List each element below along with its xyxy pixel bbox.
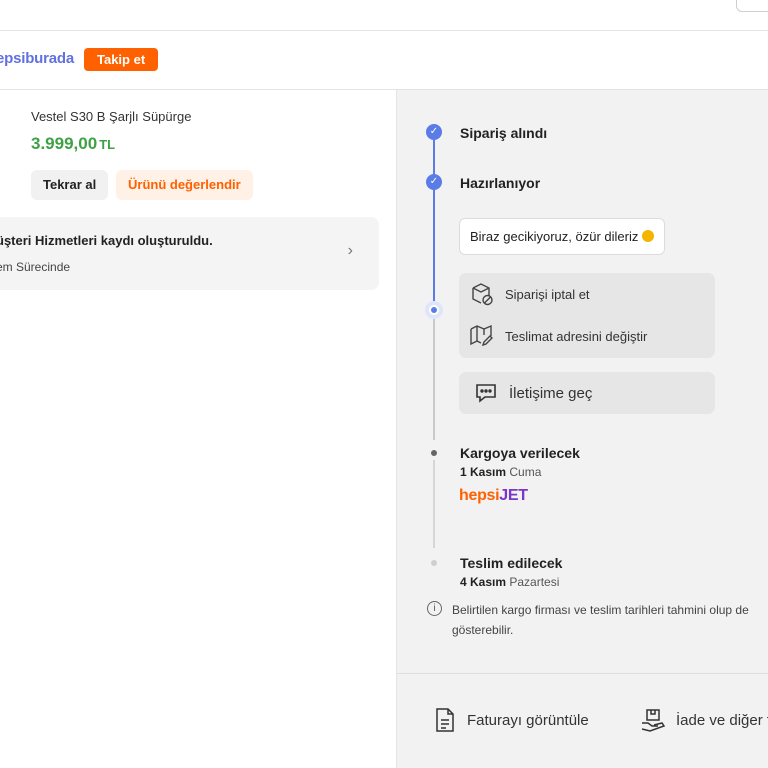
order-actions-box: Siparişi iptal et Teslimat adresini deği… — [459, 273, 715, 358]
current-position-marker-icon — [425, 301, 443, 319]
delivery-date-weekday: Pazartesi — [509, 575, 560, 589]
order-item-panel: Vestel S30 B Şarjlı Süpürge 3.999,00 TL T… — [0, 90, 396, 768]
box-cancel-icon — [472, 283, 493, 306]
return-box-icon — [641, 709, 666, 732]
carrier-date-day: 1 Kasım — [460, 465, 507, 479]
step-title-received: Sipariş alındı — [460, 125, 548, 141]
step-future-dot-icon — [431, 560, 437, 566]
timeline-line-done — [433, 140, 435, 310]
product-price: 3.999,00 TL — [31, 134, 115, 154]
view-invoice-label: Faturayı görüntüle — [467, 711, 589, 729]
rate-product-button[interactable]: Ürünü değerlendir — [116, 170, 253, 200]
contact-label: İletişime geç — [509, 384, 593, 402]
estimate-info-note: i Belirtilen kargo firması ve teslim tar… — [427, 600, 768, 640]
seller-name-link[interactable]: epsiburada — [0, 50, 74, 67]
sad-face-emoji-icon — [642, 230, 655, 242]
support-ticket-card[interactable]: üşteri Hizmetleri kaydı oluşturuldu. em … — [0, 217, 379, 290]
info-line-2: gösterebilir. — [452, 623, 514, 637]
step-done-check-icon: ✓ — [426, 124, 442, 140]
delivery-date-day: 4 Kasım — [460, 575, 507, 589]
change-address-button[interactable]: Teslimat adresini değiştir — [469, 323, 647, 349]
chevron-right-icon: › — [347, 242, 353, 259]
step-title-preparing: Hazırlanıyor — [460, 175, 541, 191]
price-value: 3.999,00 — [31, 134, 98, 153]
change-address-label: Teslimat adresini değiştir — [505, 328, 648, 344]
chat-icon — [476, 384, 496, 403]
carrier-date: 1 Kasım Cuma — [460, 465, 541, 479]
carrier-date-weekday: Cuma — [509, 465, 542, 479]
step-title-delivery: Teslim edilecek — [460, 555, 563, 571]
info-line-1: Belirtilen kargo firması ve teslim tarih… — [452, 603, 749, 617]
timeline-line-future — [433, 460, 435, 548]
product-name[interactable]: Vestel S30 B Şarjlı Süpürge — [31, 109, 191, 124]
step-title-to-carrier: Kargoya verilecek — [460, 445, 580, 461]
view-invoice-button[interactable]: Faturayı görüntüle — [433, 707, 589, 733]
delay-message-text: Biraz gecikiyoruz, özür dileriz — [470, 229, 639, 244]
step-pending-dot-icon — [431, 450, 437, 456]
map-edit-icon — [470, 324, 493, 347]
support-ticket-title: üşteri Hizmetleri kaydı oluşturuldu. — [0, 233, 213, 248]
divider — [397, 673, 768, 674]
top-bar — [0, 0, 768, 31]
return-options-button[interactable]: İade ve diğer t — [640, 707, 768, 733]
info-icon: i — [427, 601, 442, 616]
price-currency: TL — [99, 137, 116, 152]
contact-button[interactable]: İletişime geç — [459, 372, 715, 414]
invoice-icon — [436, 708, 454, 732]
reorder-button[interactable]: Tekrar al — [31, 170, 109, 200]
return-options-label: İade ve diğer t — [676, 711, 768, 729]
cancel-order-button[interactable]: Siparişi iptal et — [469, 281, 590, 307]
follow-button[interactable]: Takip et — [84, 48, 159, 71]
delay-message-bubble: Biraz gecikiyoruz, özür dileriz — [459, 218, 666, 255]
timeline-line-pending — [433, 316, 435, 440]
step-done-check-icon: ✓ — [426, 174, 442, 190]
order-timeline-panel: ✓ Sipariş alındı ✓ Hazırlanıyor Biraz ge… — [396, 90, 768, 768]
cancel-order-label: Siparişi iptal et — [505, 286, 590, 302]
seller-header: epsiburada Takip et — [0, 31, 768, 90]
hepsijet-logo: hepsiJET — [459, 487, 528, 504]
delivery-date: 4 Kasım Pazartesi — [460, 575, 559, 589]
corner-button[interactable] — [736, 0, 768, 12]
support-ticket-status: em Sürecinde — [0, 260, 71, 274]
